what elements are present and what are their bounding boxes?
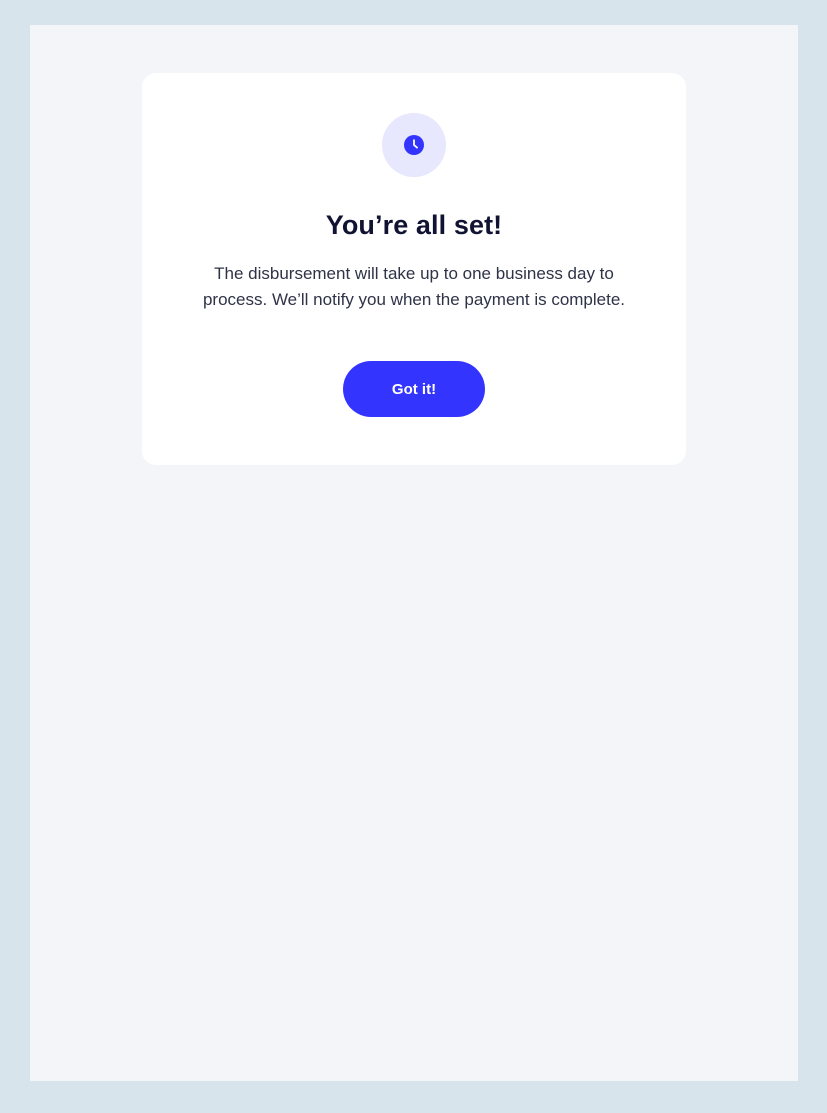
page-frame: You’re all set! The disbursement will ta… xyxy=(30,25,798,1081)
dialog-title: You’re all set! xyxy=(325,210,503,240)
dialog-message: The disbursement will take up to one bus… xyxy=(202,264,626,309)
got-it-button[interactable]: Got it! xyxy=(343,361,485,417)
clock-icon xyxy=(404,135,424,155)
status-icon-badge xyxy=(382,113,446,177)
confirmation-card: You’re all set! The disbursement will ta… xyxy=(142,73,686,465)
